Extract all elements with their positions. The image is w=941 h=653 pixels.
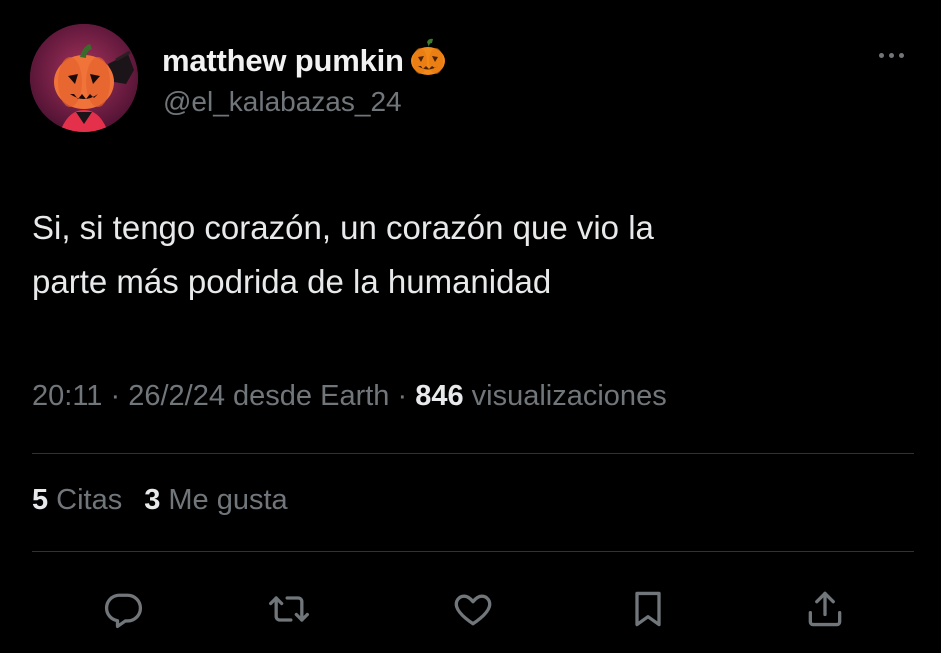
divider — [32, 453, 914, 454]
more-dot — [888, 52, 894, 58]
more-dot — [898, 52, 904, 58]
author-display-name[interactable]: matthew pumkin — [162, 43, 404, 79]
meta-separator: · — [102, 380, 129, 412]
tweet-card: matthew pumkin @el_kalabazas_24 Si, si t… — [0, 0, 941, 653]
avatar[interactable] — [30, 24, 138, 132]
bookmark-icon — [635, 591, 661, 627]
reply-icon — [104, 593, 143, 629]
reply-button[interactable] — [98, 584, 148, 634]
action-bar — [0, 584, 941, 634]
jack-o-lantern-icon — [408, 38, 448, 83]
views-count: 846 — [415, 380, 464, 412]
share-icon — [808, 591, 842, 627]
like-icon — [454, 594, 492, 626]
tweet-text: Si, si tengo corazón, un corazón que vio… — [32, 201, 892, 309]
tweet-stats: 5 Citas 3 Me gusta — [32, 484, 288, 517]
tweet-time[interactable]: 20:11 — [32, 380, 102, 412]
more-options-button[interactable] — [868, 40, 914, 70]
pumpkin-character-avatar-icon — [30, 24, 138, 132]
quotes-stat[interactable]: 5 Citas — [32, 484, 122, 517]
quotes-count: 5 — [32, 484, 49, 516]
meta-separator: · — [389, 380, 416, 412]
tweet-text-line-2: parte más podrida de la humanidad — [32, 263, 552, 300]
more-dots-icon — [878, 52, 884, 58]
like-button[interactable] — [448, 584, 498, 634]
divider — [32, 551, 914, 552]
author-handle[interactable]: @el_kalabazas_24 — [163, 86, 402, 118]
retweet-button[interactable] — [264, 584, 314, 634]
author-name-row[interactable]: matthew pumkin — [162, 38, 448, 83]
tweet-date[interactable]: 26/2/24 — [128, 380, 225, 412]
share-button[interactable] — [800, 584, 850, 634]
likes-label: Me gusta — [168, 484, 288, 516]
tweet-meta: 20:11 · 26/2/24 desde Earth · 846 visual… — [32, 380, 667, 413]
likes-stat[interactable]: 3 Me gusta — [144, 484, 287, 517]
bookmark-button[interactable] — [623, 584, 673, 634]
tweet-text-line-1: Si, si tengo corazón, un corazón que vio… — [32, 209, 654, 246]
tweet-source: desde Earth — [224, 380, 390, 412]
retweet-icon — [269, 596, 309, 622]
views-label: visualizaciones — [463, 380, 667, 412]
quotes-label: Citas — [56, 484, 123, 516]
likes-count: 3 — [144, 484, 161, 516]
